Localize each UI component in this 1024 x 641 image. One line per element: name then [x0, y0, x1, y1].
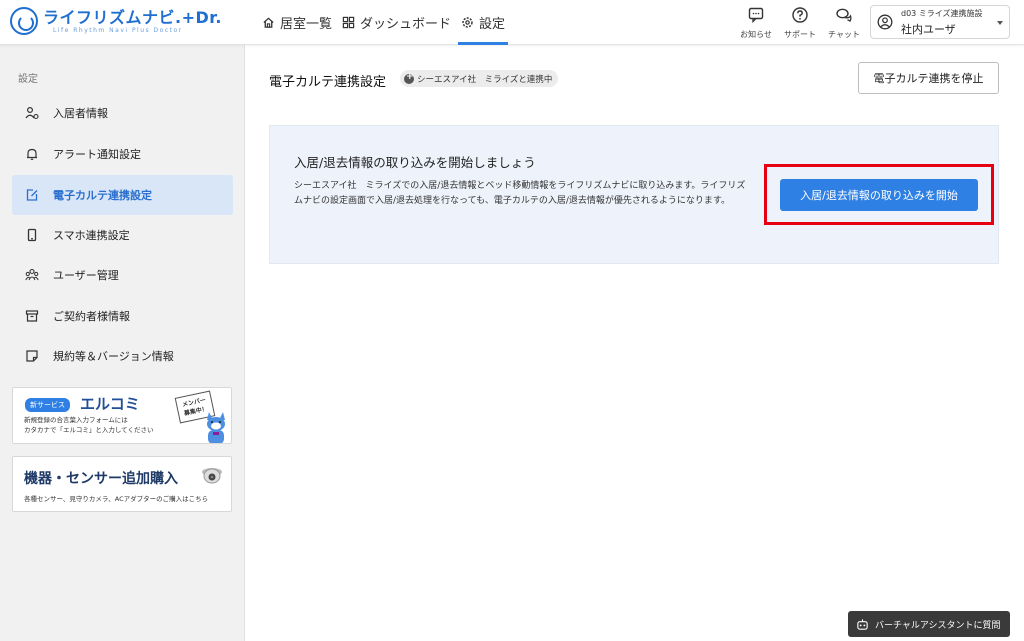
app-logo[interactable]: ライフリズムナビ.+Dr. Life Rhythm Navi Plus Doct…	[10, 7, 222, 35]
elcomi-title: エルコミ	[80, 395, 140, 413]
device-purchase-banner[interactable]: 機器・センサー追加購入 各種センサー、見守りカメラ、ACアダプターのご購入はこち…	[12, 456, 232, 512]
link-status-label: シーエスアイ社 ミライズと連携中	[417, 74, 553, 85]
logo-title: ライフリズムナビ.+Dr.	[43, 7, 222, 27]
sidebar-item-label: スマホ連携設定	[53, 229, 130, 242]
device-purchase-title: 機器・センサー追加購入	[24, 471, 178, 487]
sidebar-item-label: アラート通知設定	[53, 148, 141, 161]
camera-icon	[202, 468, 222, 484]
notifications-label: お知らせ	[740, 30, 772, 39]
logo-subtitle: Life Rhythm Navi Plus Doctor	[53, 26, 183, 34]
sidebar-item-smartphone-link[interactable]: スマホ連携設定	[12, 215, 233, 255]
sidebar: 設定 入居者情報 アラート通知設定 電子カルテ連携設定 スマホ連携設定 ユーザー…	[0, 45, 245, 641]
nav-room-list[interactable]: 居室一覧	[262, 0, 332, 45]
import-card-heading: 入居/退去情報の取り込みを開始しましょう	[294, 155, 536, 170]
chat-icon	[836, 8, 852, 22]
sidebar-item-ehr-link[interactable]: 電子カルテ連携設定	[12, 175, 233, 215]
edit-document-icon	[26, 189, 38, 201]
mascot-icon	[207, 412, 225, 443]
logo-mark-icon	[10, 7, 38, 35]
gear-icon	[462, 17, 473, 28]
import-start-card: 入居/退去情報の取り込みを開始しましょう シーエスアイ社 ミライズでの入居/退去…	[269, 125, 999, 264]
elcomi-desc-line2: カタカナで「エルコミ」と入力してください	[24, 426, 154, 434]
note-icon	[26, 350, 38, 362]
sidebar-item-alert-settings[interactable]: アラート通知設定	[12, 134, 233, 174]
help-icon	[792, 7, 808, 23]
notifications-button[interactable]: お知らせ	[734, 4, 778, 40]
chevron-down-icon	[997, 21, 1003, 25]
support-label: サポート	[784, 30, 816, 39]
top-nav: 居室一覧 ダッシュボード 設定	[262, 0, 515, 45]
nav-dashboard[interactable]: ダッシュボード	[342, 0, 451, 45]
user-role: 社内ユーザ	[901, 22, 956, 36]
user-menu[interactable]: d03 ミライズ連携施設 社内ユーザ	[870, 5, 1010, 39]
user-facility: d03 ミライズ連携施設	[901, 8, 983, 18]
residents-icon	[25, 106, 39, 120]
header-icon-group: お知らせ サポート チャット	[734, 4, 866, 40]
elcomi-description: 新規登録の合言葉入力フォームには カタカナで「エルコミ」と入力してください	[24, 415, 153, 435]
stop-ehr-link-button[interactable]: 電子カルテ連携を停止	[858, 62, 999, 94]
nav-room-list-label: 居室一覧	[280, 17, 333, 32]
plus-circle-icon	[404, 72, 414, 84]
page-title: 電子カルテ連携設定	[269, 75, 387, 90]
sidebar-item-label: ご契約者様情報	[53, 310, 130, 323]
robot-icon	[857, 618, 868, 630]
sidebar-item-user-management[interactable]: ユーザー管理	[12, 255, 233, 295]
new-service-badge: 新サービス	[25, 398, 70, 412]
nav-settings[interactable]: 設定	[458, 0, 509, 45]
main-content: 電子カルテ連携設定 シーエスアイ社 ミライズと連携中 電子カルテ連携を停止 入居…	[245, 45, 1024, 641]
support-button[interactable]: サポート	[778, 4, 822, 40]
sidebar-item-label: 規約等＆バージョン情報	[53, 350, 174, 363]
message-icon	[748, 7, 764, 24]
highlight-frame: 入居/退去情報の取り込みを開始	[764, 164, 994, 225]
device-purchase-description: 各種センサー、見守りカメラ、ACアダプターのご購入はこちら	[24, 495, 209, 503]
sidebar-item-terms-version[interactable]: 規約等＆バージョン情報	[12, 336, 233, 376]
virtual-assistant-label: バーチャルアシスタントに質問	[875, 620, 1001, 631]
import-card-description: シーエスアイ社 ミライズでの入居/退去情報とベッド移動情報をライフリズムナビに取…	[294, 181, 746, 206]
chat-button[interactable]: チャット	[822, 4, 866, 40]
virtual-assistant-button[interactable]: バーチャルアシスタントに質問	[848, 611, 1010, 637]
elcomi-desc-line1: 新規登録の合言葉入力フォームには	[24, 416, 128, 424]
start-import-button[interactable]: 入居/退去情報の取り込みを開始	[780, 179, 978, 211]
home-icon	[263, 17, 274, 28]
app-header: ライフリズムナビ.+Dr. Life Rhythm Navi Plus Doct…	[0, 0, 1024, 45]
sidebar-item-label: 入居者情報	[53, 107, 108, 120]
nav-dashboard-label: ダッシュボード	[360, 17, 452, 32]
smartphone-icon	[27, 228, 37, 242]
archive-icon	[25, 310, 39, 322]
link-status-badge: シーエスアイ社 ミライズと連携中	[400, 70, 559, 87]
chat-label: チャット	[828, 30, 860, 39]
sidebar-item-contract-info[interactable]: ご契約者様情報	[12, 296, 233, 336]
users-icon	[25, 268, 39, 281]
elcomi-banner[interactable]: 新サービス エルコミ 新規登録の合言葉入力フォームには カタカナで「エルコミ」と…	[12, 387, 232, 444]
nav-settings-label: 設定	[479, 17, 506, 32]
user-avatar-icon	[877, 14, 893, 30]
sidebar-item-label: 電子カルテ連携設定	[53, 189, 152, 202]
sidebar-item-residents[interactable]: 入居者情報	[12, 93, 233, 133]
sidebar-title: 設定	[18, 74, 38, 85]
dashboard-icon	[342, 16, 355, 29]
sidebar-item-label: ユーザー管理	[53, 269, 119, 282]
bell-icon	[27, 148, 37, 160]
